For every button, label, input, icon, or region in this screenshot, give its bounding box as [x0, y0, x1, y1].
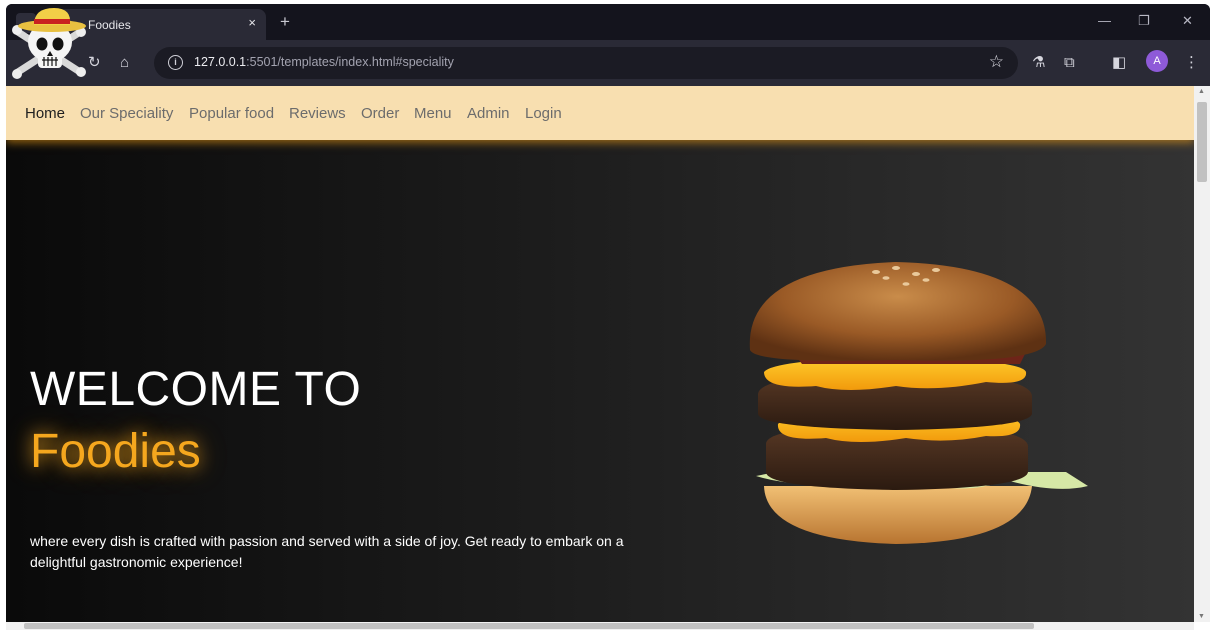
hero-section: WELCOME TO Foodies where every dish is c… [6, 140, 1194, 622]
nav-login[interactable]: Login [525, 105, 562, 122]
vertical-scrollbar[interactable]: ▲ ▼ [1194, 86, 1210, 622]
nav-home[interactable]: Home [25, 105, 65, 122]
browser-window: ⌄ Foodies × + — ❐ ✕ ↻ ⌂ i 127.0.0.1:5501… [6, 4, 1210, 86]
extension-icon[interactable]: ⚗ [1032, 54, 1045, 72]
new-tab-button[interactable]: + [274, 12, 296, 34]
nav-admin[interactable]: Admin [467, 105, 510, 122]
close-icon[interactable]: ✕ [1182, 13, 1193, 29]
address-bar[interactable]: i 127.0.0.1:5501/templates/index.html#sp… [154, 47, 1018, 79]
page-viewport: Home Our Speciality Popular food Reviews… [6, 86, 1194, 622]
url-host: 127.0.0.1 [194, 55, 247, 69]
tab-close-icon[interactable]: × [248, 15, 256, 30]
nav-popular-food[interactable]: Popular food [189, 105, 274, 122]
browser-toolbar: ↻ ⌂ i 127.0.0.1:5501/templates/index.htm… [6, 40, 1210, 86]
site-navbar: Home Our Speciality Popular food Reviews… [6, 86, 1194, 140]
url-text[interactable]: 127.0.0.1:5501/templates/index.html#spec… [194, 55, 454, 69]
minimize-icon[interactable]: — [1098, 13, 1111, 28]
hero-heading: WELCOME TO [30, 363, 362, 416]
horizontal-scrollbar[interactable] [6, 622, 1194, 630]
scroll-up-icon[interactable]: ▲ [1198, 88, 1205, 95]
site-info-icon[interactable]: i [168, 55, 183, 70]
url-path: :5501/templates/index.html#speciality [246, 55, 454, 69]
burger-image [749, 262, 1088, 544]
nav-our-speciality[interactable]: Our Speciality [80, 105, 173, 122]
profile-avatar[interactable]: A [1146, 50, 1168, 72]
nav-menu[interactable]: Menu [414, 105, 452, 122]
menu-icon[interactable]: ⋮ [1184, 54, 1199, 72]
restore-icon[interactable]: ❐ [1138, 13, 1150, 29]
tab-title: Foodies [88, 18, 131, 32]
hero-brand-name: Foodies [30, 425, 201, 478]
home-icon[interactable]: ⌂ [120, 54, 129, 72]
nav-reviews[interactable]: Reviews [289, 105, 346, 122]
bookmark-star-icon[interactable]: ☆ [989, 52, 1004, 72]
puzzle-icon[interactable]: ⧉ [1064, 54, 1075, 72]
horizontal-scroll-thumb[interactable] [24, 623, 1034, 629]
tab-strip: ⌄ Foodies × + — ❐ ✕ [6, 4, 1210, 40]
vertical-scroll-thumb[interactable] [1197, 102, 1207, 182]
skull-straw-hat-logo [12, 8, 86, 79]
hero-description: where every dish is crafted with passion… [30, 533, 624, 570]
side-panel-icon[interactable]: ◧ [1112, 54, 1126, 72]
scroll-down-icon[interactable]: ▼ [1198, 613, 1205, 620]
nav-order[interactable]: Order [361, 105, 399, 122]
